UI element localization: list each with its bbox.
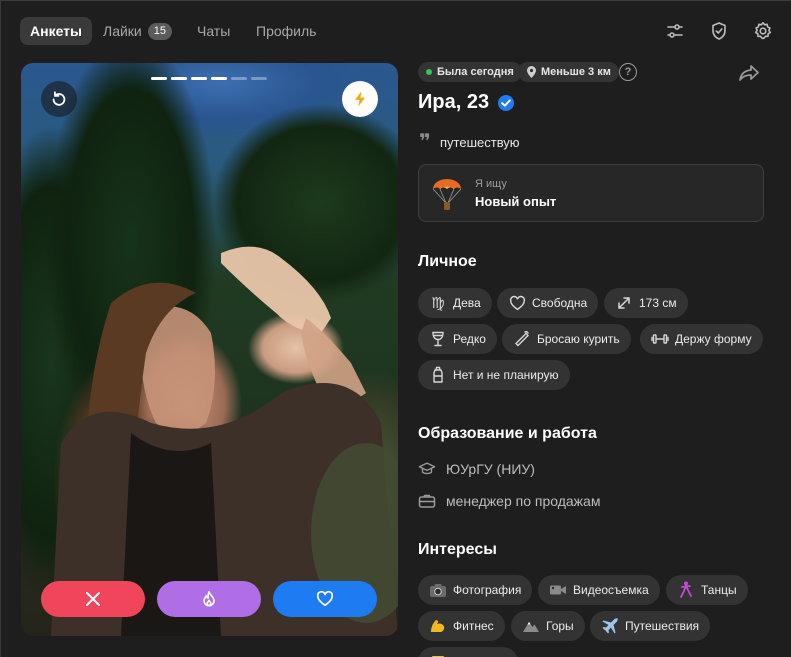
chip-label: Бросаю курить: [537, 332, 620, 346]
top-navigation: Анкеты Лайки 15 Чаты Профиль: [1, 1, 791, 61]
distance-badge: Меньше 3 км: [518, 62, 619, 82]
bio-quote: ❞ путешествую: [418, 131, 520, 153]
cigarette-icon: [513, 330, 531, 348]
school-text: ЮУрГУ (НИУ): [446, 461, 535, 477]
chip-interest-photography: Фотография: [418, 575, 533, 605]
like-button[interactable]: [273, 581, 377, 617]
close-icon: [84, 590, 102, 608]
chip-label: 173 см: [639, 296, 677, 310]
job-text: менеджер по продажам: [446, 493, 601, 509]
distance-text: Меньше 3 км: [541, 66, 611, 78]
super-like-button[interactable]: [157, 581, 261, 617]
name-text: Ира, 23: [418, 91, 490, 113]
chip-label: Видеосъемка: [573, 583, 649, 597]
virgo-icon: ♍: [431, 295, 445, 312]
dancer-icon: [677, 581, 695, 599]
gear-icon[interactable]: [751, 19, 775, 43]
chip-smoking: Бросаю курить: [502, 324, 631, 354]
heart-outline-icon: [508, 294, 526, 312]
quote-icon: ❞: [419, 131, 431, 153]
status-text: Была сегодня: [437, 66, 514, 78]
online-status-badge: Была сегодня: [418, 62, 522, 82]
profile-photo[interactable]: [21, 63, 398, 636]
camera-icon: [429, 581, 447, 599]
parachute-icon: [431, 177, 463, 216]
chip-label: Танцы: [701, 583, 737, 597]
education-row: ЮУрГУ (НИУ): [418, 460, 535, 478]
shield-check-icon[interactable]: [707, 19, 731, 43]
likes-count-badge: 15: [147, 22, 172, 40]
clipboard-icon: [429, 653, 447, 657]
chip-interest-travel: Путешествия: [590, 611, 711, 641]
airplane-icon: [601, 617, 619, 635]
chip-height: 173 см: [604, 288, 688, 318]
chip-alcohol: Редко: [418, 324, 497, 354]
dumbbell-icon: [651, 330, 669, 348]
chip-label: Путешествия: [625, 619, 700, 633]
chip-interest-video: Видеосъемка: [538, 575, 660, 605]
tab-label: Профиль: [256, 23, 317, 39]
graduation-cap-icon: [418, 460, 436, 478]
chip-label: Свободна: [532, 296, 588, 310]
app-window: Анкеты Лайки 15 Чаты Профиль Была сегодн…: [0, 0, 791, 657]
expand-icon: [615, 294, 633, 312]
video-camera-icon: [549, 581, 567, 599]
heart-icon: [316, 590, 334, 608]
tab-profile[interactable]: Профиль: [246, 17, 326, 45]
briefcase-icon: [418, 492, 436, 510]
profile-name: Ира, 23: [418, 91, 515, 114]
tab-profiles[interactable]: Анкеты: [20, 17, 92, 45]
tab-label: Анкеты: [30, 23, 82, 39]
chip-interest-more: [418, 647, 518, 657]
chip-label: Фитнес: [453, 619, 494, 633]
flame-icon: [200, 590, 218, 608]
flexed-biceps-icon: [429, 617, 447, 635]
chip-label: Горы: [546, 619, 574, 633]
tab-label: Чаты: [197, 23, 231, 39]
baby-bottle-icon: [429, 366, 447, 384]
help-icon[interactable]: ?: [619, 63, 637, 81]
looking-for-value: Новый опыт: [475, 194, 557, 209]
chip-label: Редко: [453, 332, 486, 346]
job-row: менеджер по продажам: [418, 492, 600, 510]
chip-interest-mountains: Горы: [511, 611, 585, 641]
location-pin-icon: [526, 66, 536, 78]
chip-relationship: Свободна: [497, 288, 599, 318]
photo-illustration: [51, 246, 398, 636]
tab-label: Лайки: [103, 23, 142, 39]
chip-fitness: Держу форму: [640, 324, 763, 354]
chip-label: Дева: [453, 296, 481, 310]
wine-glass-icon: [429, 330, 447, 348]
tab-likes[interactable]: Лайки 15: [93, 17, 182, 45]
tab-chats[interactable]: Чаты: [187, 17, 240, 45]
chip-label: Нет и не планирую: [453, 368, 559, 382]
verified-icon: [497, 94, 515, 112]
share-icon[interactable]: [738, 63, 762, 83]
mountain-icon: [522, 617, 540, 635]
sliders-icon[interactable]: [663, 19, 687, 43]
online-dot: [426, 69, 432, 75]
chip-zodiac: ♍ Дева: [418, 288, 492, 318]
dislike-button[interactable]: [41, 581, 145, 617]
chip-interest-dance: Танцы: [666, 575, 748, 605]
looking-for-card: Я ищу Новый опыт: [418, 164, 764, 222]
section-title-education: Образование и работа: [418, 425, 597, 442]
chip-children: Нет и не планирую: [418, 360, 570, 390]
chip-interest-fitness: Фитнес: [418, 611, 505, 641]
section-title-personal: Личное: [418, 253, 477, 270]
bio-text: путешествую: [440, 134, 520, 150]
chip-label: Фотография: [453, 583, 522, 597]
chip-label: Держу форму: [675, 332, 752, 346]
looking-for-label: Я ищу: [475, 178, 507, 190]
section-title-interests: Интересы: [418, 541, 497, 558]
